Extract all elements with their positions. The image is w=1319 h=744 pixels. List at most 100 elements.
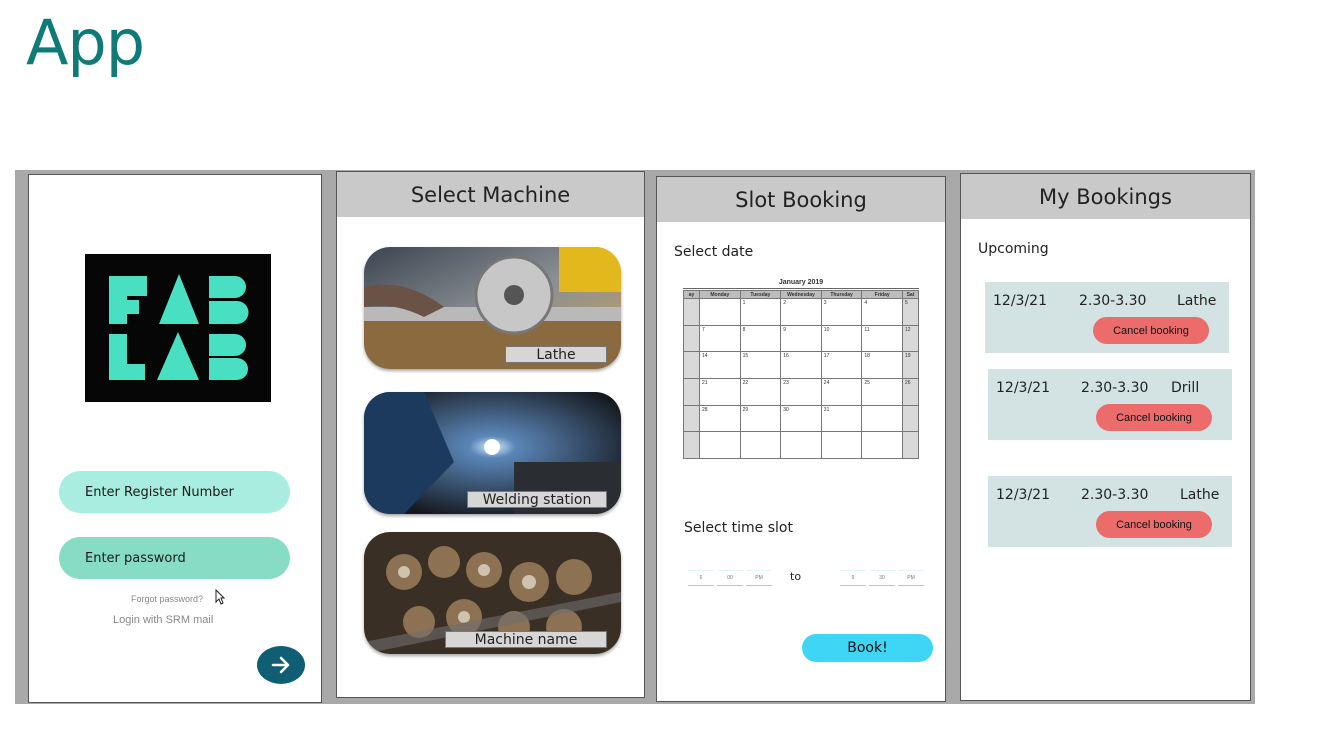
calendar-day[interactable] (684, 299, 700, 326)
weekday-header: Tuesday (740, 291, 782, 299)
machine-label: Lathe (505, 346, 607, 363)
calendar-day[interactable]: 19 (902, 352, 919, 379)
my-bookings-header: My Bookings (961, 174, 1250, 219)
weekday-header: Friday (862, 291, 903, 299)
machine-label: Welding station (467, 491, 607, 508)
calendar-day[interactable] (902, 432, 919, 459)
calendar-day[interactable]: 16 (781, 352, 822, 379)
calendar-day[interactable]: 12 (902, 325, 919, 353)
calendar-day[interactable]: 2 (781, 299, 822, 326)
calendar-day[interactable] (684, 352, 700, 379)
booking-time: 2.30-3.30 (1081, 487, 1149, 503)
machine-card-lathe[interactable]: Lathe (364, 247, 621, 369)
cancel-booking-button[interactable]: Cancel booking (1093, 317, 1209, 344)
calendar-day[interactable] (862, 405, 903, 433)
calendar-day[interactable]: 31 (821, 405, 863, 433)
from-hour-input[interactable]: 6 (688, 570, 714, 586)
login-screen: Enter Register Number Enter password For… (28, 174, 322, 703)
calendar-day[interactable] (700, 432, 741, 459)
calendar-day[interactable] (902, 405, 919, 433)
booking-card: 12/3/21 2.30-3.30 Lathe Cancel booking (988, 476, 1232, 547)
calendar-day[interactable] (684, 325, 700, 353)
select-machine-screen: Select Machine Lathe Welding station Mac… (336, 171, 645, 698)
calendar-day[interactable] (862, 432, 903, 459)
calendar-day[interactable]: 22 (740, 378, 782, 406)
calendar-day[interactable]: 28 (700, 405, 741, 433)
booking-card: 12/3/21 2.30-3.30 Drill Cancel booking (988, 369, 1232, 440)
calendar-grid: ay Monday Tuesday Wednesday Thursday Fri… (683, 290, 919, 459)
booking-machine: Lathe (1177, 293, 1217, 309)
forgot-password-link[interactable]: Forgot password? (131, 594, 203, 604)
select-machine-header: Select Machine (337, 172, 644, 217)
calendar-day[interactable]: 9 (781, 325, 822, 353)
calendar-day[interactable]: 18 (862, 352, 903, 379)
login-submit-button[interactable] (257, 646, 305, 684)
password-input[interactable]: Enter password (59, 537, 290, 579)
calendar-day[interactable] (684, 405, 700, 433)
register-number-input[interactable]: Enter Register Number (59, 471, 290, 513)
calendar-day[interactable]: 25 (862, 378, 903, 406)
calendar-day[interactable]: 5 (902, 299, 919, 326)
srm-login-link[interactable]: Login with SRM mail (113, 614, 213, 626)
mockup-strip: Enter Register Number Enter password For… (15, 170, 1255, 704)
calendar-day[interactable]: 29 (740, 405, 782, 433)
calendar-day[interactable]: 24 (821, 378, 863, 406)
booking-machine: Drill (1171, 380, 1200, 396)
weekday-header: Wednesday (781, 291, 822, 299)
machine-card-welding[interactable]: Welding station (364, 392, 621, 514)
calendar-day[interactable]: 10 (821, 325, 863, 353)
machine-label: Machine name (445, 631, 607, 648)
calendar-day[interactable]: 3 (821, 299, 863, 326)
upcoming-label: Upcoming (978, 241, 1049, 257)
mouse-cursor-icon (215, 589, 225, 605)
slot-booking-screen: Slot Booking Select date January 2019 ay… (656, 176, 946, 702)
cancel-booking-button[interactable]: Cancel booking (1096, 404, 1212, 431)
calendar-day[interactable]: 4 (862, 299, 903, 326)
date-calendar[interactable]: January 2019 ay Monday Tuesday Wednesday… (683, 279, 919, 459)
weekday-header: ay (684, 291, 700, 299)
select-time-label: Select time slot (684, 520, 793, 536)
cancel-booking-button[interactable]: Cancel booking (1096, 511, 1212, 538)
calendar-day[interactable]: 17 (821, 352, 863, 379)
calendar-day[interactable] (700, 299, 741, 326)
weekday-header: Sat (902, 291, 919, 299)
calendar-day[interactable]: 23 (781, 378, 822, 406)
calendar-day[interactable]: 7 (700, 325, 741, 353)
weekday-header: Monday (700, 291, 741, 299)
calendar-day[interactable] (684, 378, 700, 406)
calendar-day[interactable]: 8 (740, 325, 782, 353)
weekday-header: Thursday (821, 291, 863, 299)
my-bookings-screen: My Bookings Upcoming 12/3/21 2.30-3.30 L… (960, 173, 1251, 701)
book-button[interactable]: Book! (802, 634, 933, 662)
to-ampm-input[interactable]: PM (898, 570, 924, 586)
slide-title: App (26, 6, 145, 79)
arrow-right-icon (271, 656, 290, 674)
to-label: to (790, 570, 802, 583)
select-date-label: Select date (674, 244, 754, 260)
booking-date: 12/3/21 (996, 380, 1050, 396)
booking-card: 12/3/21 2.30-3.30 Lathe Cancel booking (985, 282, 1229, 353)
calendar-day[interactable] (821, 432, 863, 459)
calendar-day[interactable] (740, 432, 782, 459)
fablab-logo (85, 254, 271, 402)
calendar-day[interactable]: 11 (862, 325, 903, 353)
calendar-day[interactable]: 15 (740, 352, 782, 379)
from-minute-input[interactable]: 00 (717, 570, 743, 586)
to-minute-input[interactable]: 30 (869, 570, 895, 586)
booking-machine: Lathe (1180, 487, 1220, 503)
calendar-day[interactable]: 21 (700, 378, 741, 406)
calendar-day[interactable] (781, 432, 822, 459)
calendar-day[interactable]: 30 (781, 405, 822, 433)
calendar-day[interactable]: 1 (740, 299, 782, 326)
booking-date: 12/3/21 (993, 293, 1047, 309)
booking-date: 12/3/21 (996, 487, 1050, 503)
calendar-day[interactable] (684, 432, 700, 459)
from-ampm-input[interactable]: PM (746, 570, 772, 586)
slot-booking-header: Slot Booking (657, 177, 945, 222)
machine-card-generic[interactable]: Machine name (364, 532, 621, 654)
booking-time: 2.30-3.30 (1081, 380, 1149, 396)
fablab-logo-graphic (109, 274, 249, 380)
calendar-day[interactable]: 14 (700, 352, 741, 379)
calendar-day[interactable]: 26 (902, 378, 919, 406)
to-hour-input[interactable]: 9 (840, 570, 866, 586)
